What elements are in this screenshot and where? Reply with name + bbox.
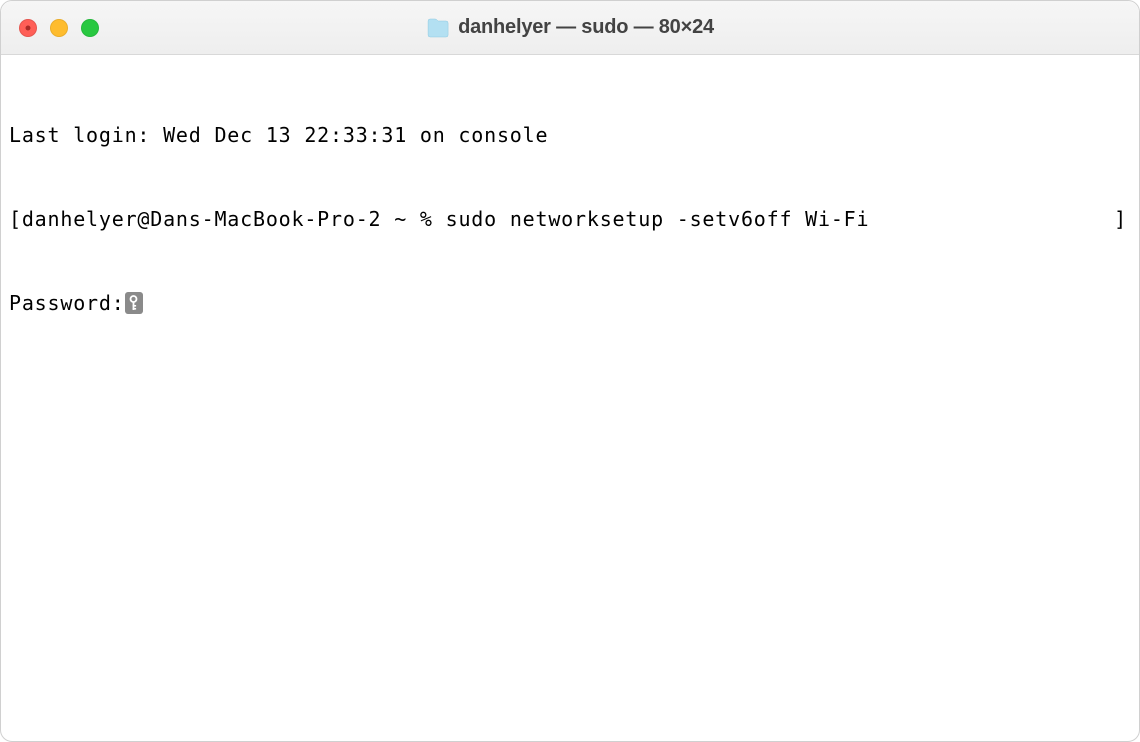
command-text: sudo networksetup -setv6off Wi-Fi bbox=[446, 207, 870, 231]
folder-icon bbox=[426, 18, 450, 38]
last-login-line: Last login: Wed Dec 13 22:33:31 on conso… bbox=[9, 121, 1131, 149]
close-button[interactable] bbox=[19, 19, 37, 37]
prompt-left-bracket: [ bbox=[9, 207, 22, 231]
command-prompt-line: [danhelyer@Dans-MacBook-Pro-2 ~ % sudo n… bbox=[9, 205, 1131, 233]
window-title: danhelyer — sudo — 80×24 bbox=[426, 16, 714, 39]
minimize-button[interactable] bbox=[50, 19, 68, 37]
window-titlebar: danhelyer — sudo — 80×24 bbox=[1, 1, 1139, 55]
terminal-content[interactable]: Last login: Wed Dec 13 22:33:31 on conso… bbox=[1, 55, 1139, 355]
maximize-button[interactable] bbox=[81, 19, 99, 37]
prompt-user-host: danhelyer@Dans-MacBook-Pro-2 ~ % bbox=[22, 207, 446, 231]
key-icon bbox=[125, 292, 143, 314]
traffic-lights bbox=[19, 19, 99, 37]
password-label: Password: bbox=[9, 289, 125, 317]
password-prompt-line: Password: bbox=[9, 289, 1131, 317]
window-title-text: danhelyer — sudo — 80×24 bbox=[458, 16, 714, 39]
prompt-right-bracket: ] bbox=[1114, 205, 1131, 233]
